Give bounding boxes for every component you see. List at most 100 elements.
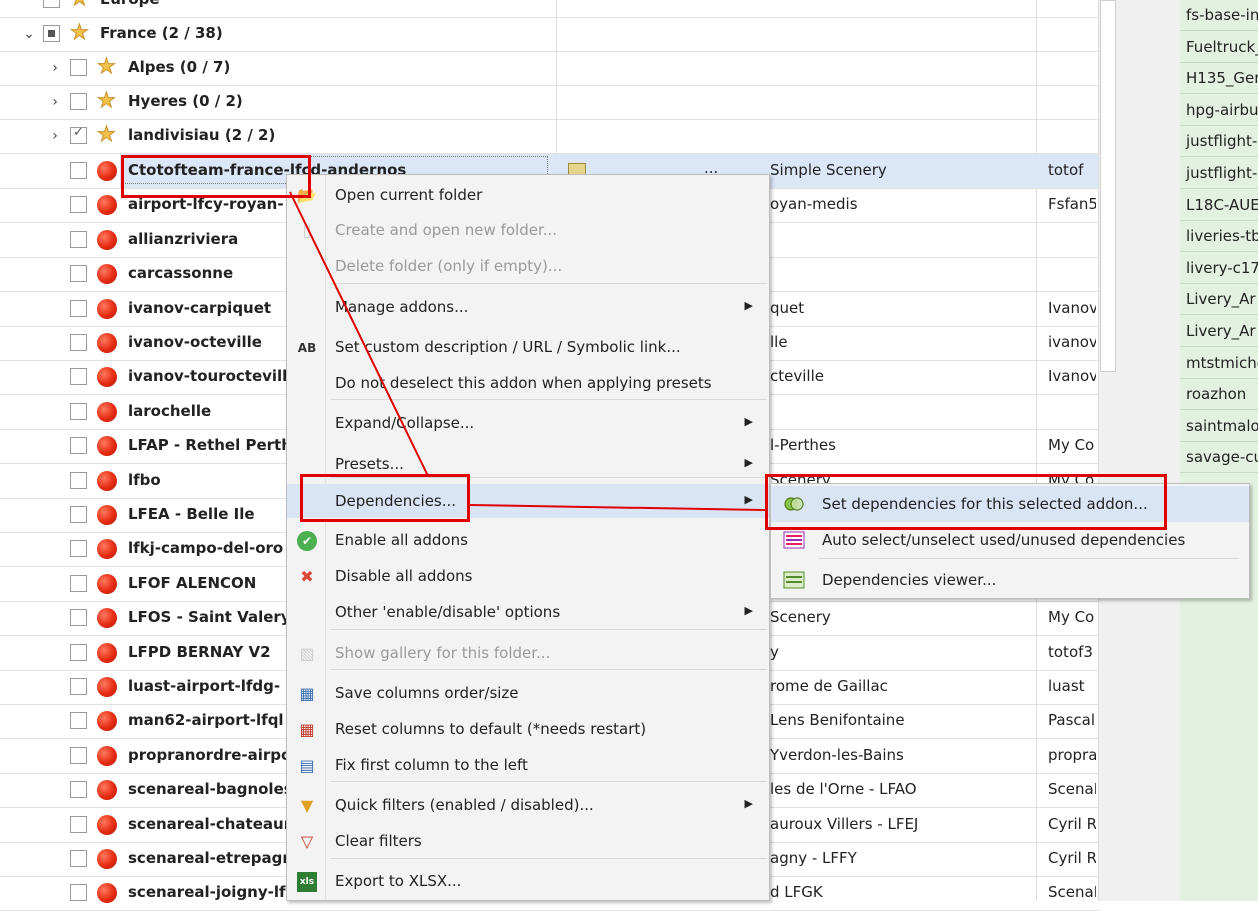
checkbox[interactable] [70, 540, 87, 558]
group-label: France (2 / 38) [100, 24, 223, 42]
red-status-dot-icon [97, 677, 117, 697]
checkbox[interactable] [70, 678, 87, 695]
checkbox[interactable] [70, 402, 87, 420]
right-list-item[interactable]: savage-cu [1180, 442, 1258, 474]
tree-group-row[interactable]: ★ Europe [0, 0, 1100, 18]
right-list-item[interactable]: Livery_Ar [1180, 316, 1258, 347]
red-status-dot-icon [97, 401, 117, 422]
tree-group-row[interactable]: ⌄ ★ France (2 / 38) [0, 17, 1100, 52]
checkbox[interactable] [70, 643, 87, 661]
chevron-right-icon[interactable]: › [48, 128, 62, 144]
star-icon: ★ [97, 88, 117, 112]
menu-item-save-columns-order-size[interactable]: ▦ Save columns order/size [287, 676, 769, 710]
menu-item-label: Do not deselect this addon when applying… [335, 374, 712, 392]
right-list-item[interactable]: mtstmiche [1180, 348, 1258, 379]
menu-item-show-gallery-for-this-folder[interactable]: ▧ Show gallery for this folder... [287, 636, 769, 670]
red-status-dot-icon [97, 711, 117, 732]
menu-item-clear-filters[interactable]: ▽ Clear filters [287, 824, 769, 858]
save-columns-icon: ▦ [299, 684, 315, 703]
menu-item-do-not-deselect-this-addon-when-applying-presets[interactable]: Do not deselect this addon when applying… [287, 366, 769, 400]
checkbox[interactable] [70, 712, 87, 730]
addon-name: ivanov-carpiquet [128, 298, 272, 317]
red-status-dot-icon [97, 814, 117, 835]
menu-item-fix-first-column-to-the-left[interactable]: ▤ Fix first column to the left [287, 748, 769, 782]
addon-title-cell: y [770, 642, 779, 661]
right-list-item[interactable]: livery-c17 [1180, 253, 1258, 284]
menu-item-label: Save columns order/size [335, 684, 519, 702]
checkbox[interactable] [70, 574, 87, 592]
checkbox[interactable] [70, 162, 87, 179]
right-list-item[interactable]: liveries-tb [1180, 221, 1258, 253]
menu-item-expand-collapse[interactable]: Expand/Collapse... ▶ [287, 406, 769, 440]
checkbox[interactable] [70, 471, 87, 489]
addon-author-cell: ivanov [1048, 333, 1096, 351]
menu-item-open-current-folder[interactable]: 📂 Open current folder [287, 178, 769, 212]
checkbox[interactable] [70, 125, 87, 144]
menu-item-label: Set custom description / URL / Symbolic … [335, 338, 681, 356]
scrollbar-thumb[interactable] [1100, 0, 1116, 372]
new-folder-icon: ▯ [302, 221, 312, 240]
tree-group-row[interactable]: › ★ Hyeres (0 / 2) [0, 85, 1100, 120]
tree-group-row[interactable]: › ★ landivisiau (2 / 2) [0, 119, 1100, 154]
checkbox[interactable] [70, 884, 87, 902]
addon-title-cell: les de l'Orne - LFAO [770, 780, 917, 799]
menu-item-label: Disable all addons [335, 567, 473, 585]
checkbox[interactable] [70, 93, 87, 110]
checkbox[interactable] [70, 609, 87, 627]
chevron-right-icon[interactable]: › [48, 60, 62, 76]
annotation-box-selected-addon [121, 155, 311, 198]
right-list-item[interactable]: L18C-AUE [1180, 190, 1258, 221]
red-status-dot-icon [97, 608, 117, 629]
checkbox[interactable] [70, 265, 87, 283]
addon-title-cell: Lens Benifontaine [770, 711, 905, 730]
menu-item-reset-columns-to-default-needs-restart[interactable]: ▦ Reset columns to default (*needs restar… [287, 712, 769, 746]
checkbox[interactable] [43, 0, 60, 8]
checkbox[interactable] [70, 299, 87, 317]
menu-item-quick-filters-enabled-disabled[interactable]: ▼ Quick filters (enabled / disabled)... ▶ [287, 788, 769, 822]
checkbox[interactable] [70, 506, 87, 523]
tree-group-row[interactable]: › ★ Alpes (0 / 7) [0, 51, 1100, 86]
right-list-item[interactable]: Livery_Ar [1180, 284, 1258, 316]
right-list-item[interactable]: roazhon [1180, 379, 1258, 411]
addon-author-cell: totof [1048, 161, 1084, 179]
menu-item-set-custom-description-url-symbolic-link[interactable]: AB Set custom description / URL / Symboli… [287, 330, 769, 364]
menu-item-delete-folder-only-if-empty[interactable]: Delete folder (only if empty)... [287, 249, 769, 283]
menu-item-manage-addons[interactable]: Manage addons... ▶ [287, 290, 769, 324]
right-list-item[interactable]: saintmalo [1180, 411, 1258, 442]
right-list-item[interactable]: H135_Ger [1180, 63, 1258, 95]
menu-item-disable-all-addons[interactable]: ✖ Disable all addons [287, 559, 769, 593]
checkbox[interactable] [70, 781, 87, 799]
checkbox[interactable] [70, 334, 87, 351]
chevron-right-icon[interactable]: › [48, 94, 62, 110]
red-status-dot-icon [97, 333, 117, 353]
right-list-item[interactable]: hpg-airbu [1180, 95, 1258, 126]
addon-name: larochelle [128, 401, 212, 420]
menu-item-other-enable-disable-options[interactable]: Other 'enable/disable' options ▶ [287, 595, 769, 629]
right-list-item[interactable]: justflight- [1180, 158, 1258, 189]
checkbox[interactable] [70, 850, 87, 867]
chevron-down-icon[interactable]: ⌄ [22, 26, 36, 42]
addon-author-cell: Cyril R [1048, 849, 1096, 867]
menu-item-enable-all-addons[interactable]: ✔ Enable all addons [287, 523, 769, 557]
group-label: Hyeres (0 / 2) [128, 92, 243, 110]
checkbox[interactable] [70, 59, 87, 76]
right-list-item[interactable]: Fueltruck_ [1180, 32, 1258, 63]
menu-item-export-to-xlsx[interactable]: xls Export to XLSX... [287, 864, 769, 898]
checkbox[interactable] [70, 230, 87, 248]
checkbox[interactable] [70, 196, 87, 214]
right-list-item[interactable]: fs-base-in [1180, 0, 1258, 31]
menu-separator [331, 781, 767, 782]
checkbox[interactable] [70, 437, 87, 455]
menu-separator [331, 283, 767, 284]
checkbox[interactable] [70, 815, 87, 833]
annotation-box-set-dependencies [765, 474, 1167, 530]
menu-item-create-and-open-new-folder[interactable]: ▯ Create and open new folder... [287, 213, 769, 247]
menu-item-label: Enable all addons [335, 531, 468, 549]
menu-item-label: Open current folder [335, 186, 483, 204]
checkbox[interactable] [70, 368, 87, 386]
menu-item-dependencies-viewer[interactable]: Dependencies viewer... [771, 562, 1249, 598]
checkbox[interactable] [70, 746, 87, 764]
checkbox[interactable] [43, 25, 60, 42]
right-list-item[interactable]: justflight- [1180, 126, 1258, 158]
addon-title-cell: lle [770, 333, 788, 351]
